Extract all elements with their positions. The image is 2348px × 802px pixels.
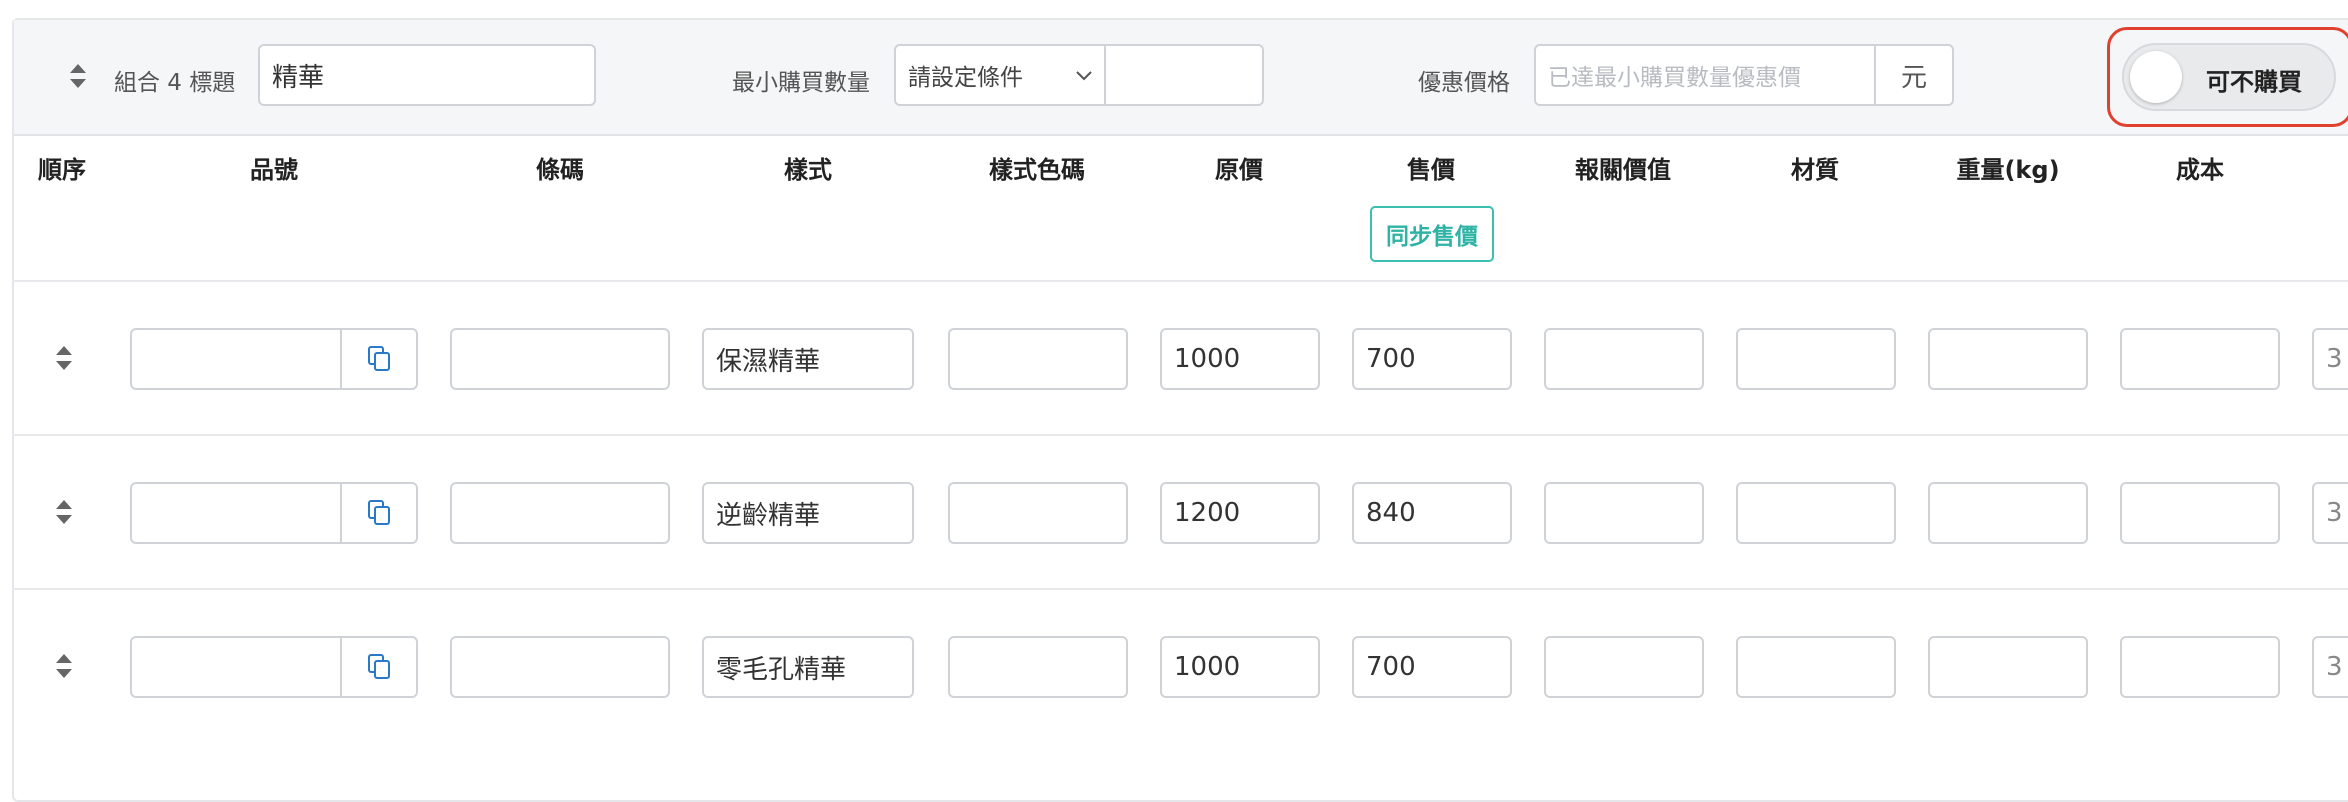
row-divider (12, 588, 2348, 590)
discount-price-label: 優惠價格 (1418, 70, 1510, 96)
weight-input[interactable] (1928, 328, 2088, 390)
column-header-cost: 成本 (2176, 156, 2224, 184)
discount-price-input[interactable]: 已達最小購買數量優惠價 (1534, 44, 1876, 106)
discount-price-placeholder: 已達最小購買數量優惠價 (1548, 65, 1801, 91)
toggle-knob (2130, 51, 2182, 103)
style-input[interactable]: 保濕精華 (702, 328, 914, 390)
material-input[interactable] (1736, 636, 1896, 698)
min-qty-condition-select[interactable]: 請設定條件 (894, 44, 1106, 106)
drag-sort-icon[interactable] (56, 500, 72, 524)
drag-sort-icon[interactable] (56, 346, 72, 370)
group-title-input[interactable]: 精華 (258, 44, 596, 106)
column-header-sku: 品號 (250, 156, 298, 184)
copy-sku-button[interactable] (340, 328, 418, 390)
weight-input[interactable] (1928, 636, 2088, 698)
sale-price-input[interactable]: 700 (1352, 636, 1512, 698)
style-color-input[interactable] (948, 328, 1128, 390)
cost-input[interactable] (2120, 328, 2280, 390)
overflow-column-input[interactable]: 3 (2312, 482, 2348, 544)
drag-sort-icon[interactable] (56, 654, 72, 678)
barcode-input[interactable] (450, 328, 670, 390)
column-header-original-price: 原價 (1215, 156, 1263, 184)
sku-input[interactable] (130, 328, 342, 390)
cost-input[interactable] (2120, 636, 2280, 698)
chevron-down-icon (1076, 71, 1092, 81)
sync-sale-price-button[interactable]: 同步售價 (1370, 206, 1494, 262)
style-input[interactable]: 逆齡精華 (702, 482, 914, 544)
style-color-input[interactable] (948, 482, 1128, 544)
optional-purchase-toggle[interactable]: 可不購買 (2122, 43, 2336, 111)
weight-input[interactable] (1928, 482, 2088, 544)
copy-sku-button[interactable] (340, 482, 418, 544)
column-header-order: 順序 (38, 156, 86, 184)
min-qty-select-value: 請設定條件 (908, 65, 1023, 91)
customs-value-input[interactable] (1544, 636, 1704, 698)
style-color-input[interactable] (948, 636, 1128, 698)
barcode-input[interactable] (450, 636, 670, 698)
column-header-style-color: 樣式色碼 (989, 156, 1085, 184)
cost-input[interactable] (2120, 482, 2280, 544)
group-title-label: 組合 4 標題 (114, 70, 236, 96)
copy-icon (368, 500, 390, 525)
material-input[interactable] (1736, 482, 1896, 544)
combo-header: 組合 4 標題 精華 最小購買數量 請設定條件 優惠價格 已達最小購買數量優惠價… (14, 20, 2348, 136)
overflow-column-input[interactable]: 3 (2312, 328, 2348, 390)
column-header-sale-price: 售價 (1407, 156, 1455, 184)
copy-icon (368, 654, 390, 679)
column-header-material: 材質 (1791, 156, 1839, 184)
toggle-label: 可不購買 (2206, 68, 2302, 96)
copy-sku-button[interactable] (340, 636, 418, 698)
optional-purchase-highlight: 可不購買 (2107, 27, 2348, 127)
copy-icon (368, 346, 390, 371)
row-divider (12, 434, 2348, 436)
material-input[interactable] (1736, 328, 1896, 390)
sku-input[interactable] (130, 482, 342, 544)
drag-sort-icon[interactable] (70, 64, 86, 88)
sale-price-input[interactable]: 840 (1352, 482, 1512, 544)
customs-value-input[interactable] (1544, 328, 1704, 390)
min-qty-input[interactable] (1104, 44, 1264, 106)
overflow-column-input[interactable]: 3 (2312, 636, 2348, 698)
table-header-divider (12, 280, 2348, 282)
sale-price-input[interactable]: 700 (1352, 328, 1512, 390)
min-qty-label: 最小購買數量 (732, 70, 870, 96)
currency-addon: 元 (1874, 44, 1954, 106)
sku-input[interactable] (130, 636, 342, 698)
column-header-barcode: 條碼 (536, 156, 584, 184)
original-price-input[interactable]: 1200 (1160, 482, 1320, 544)
column-header-weight: 重量(kg) (1956, 156, 2060, 184)
column-header-customs-value: 報關價值 (1575, 156, 1671, 184)
customs-value-input[interactable] (1544, 482, 1704, 544)
style-input[interactable]: 零毛孔精華 (702, 636, 914, 698)
column-header-style: 樣式 (784, 156, 832, 184)
original-price-input[interactable]: 1000 (1160, 328, 1320, 390)
barcode-input[interactable] (450, 482, 670, 544)
original-price-input[interactable]: 1000 (1160, 636, 1320, 698)
